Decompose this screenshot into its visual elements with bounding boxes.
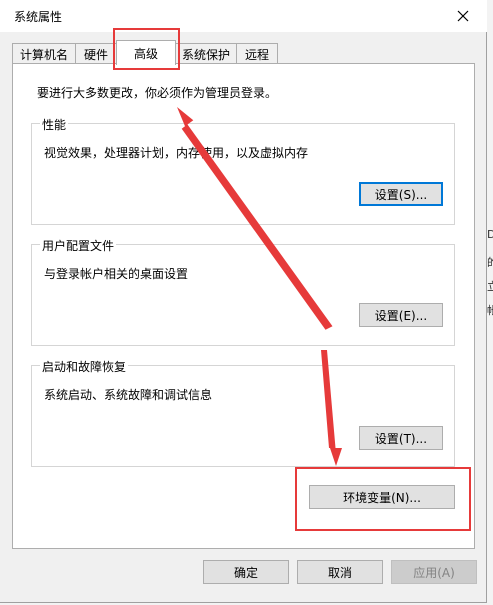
annotation-arrows xyxy=(177,107,342,466)
arrow-to-advanced-tab xyxy=(177,107,333,330)
arrow-to-env-vars xyxy=(321,350,342,466)
